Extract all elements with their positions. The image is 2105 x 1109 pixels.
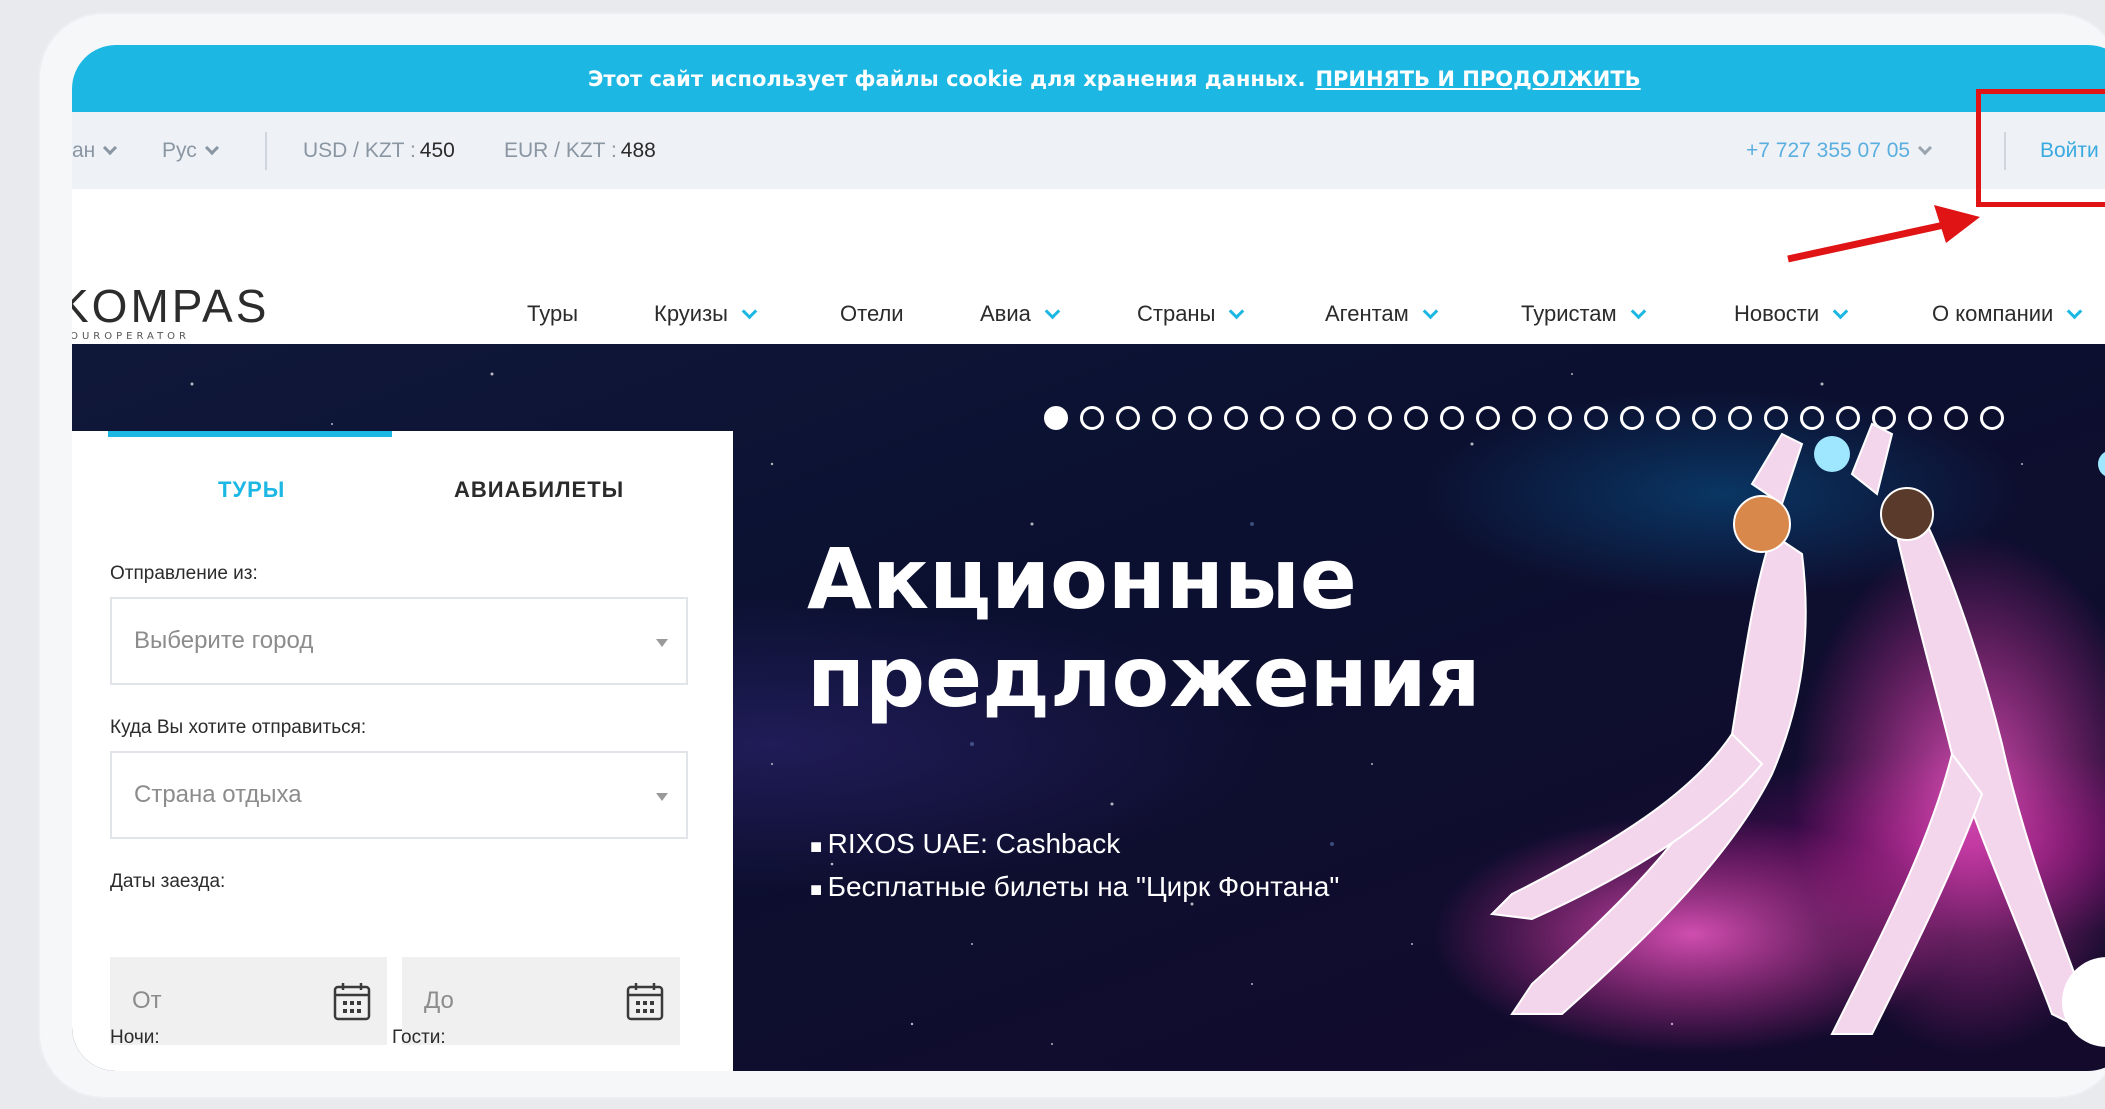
- nav-item-agents[interactable]: Агентам: [1325, 301, 1439, 327]
- nights-label: Ночи:: [110, 1027, 160, 1048]
- slider-dot[interactable]: [1116, 406, 1140, 430]
- cookie-text: Этот сайт использует файлы cookie для хр…: [588, 66, 1306, 91]
- nav-item-label: Круизы: [654, 301, 728, 326]
- to-label: Куда Вы хотите отправиться:: [110, 717, 367, 738]
- region-select[interactable]: ан: [72, 112, 118, 189]
- eur-rate-value: 488: [620, 138, 656, 162]
- from-label: Отправление из:: [110, 563, 258, 584]
- chevron-down-icon: [1832, 303, 1849, 319]
- browser-screen: Этот сайт использует файлы cookie для хр…: [72, 45, 2105, 1071]
- guests-label: Гости:: [392, 1027, 446, 1048]
- cookie-banner: Этот сайт использует файлы cookie для хр…: [72, 45, 2105, 112]
- hero-bullet: Бесплатные билеты на "Цирк Фонтана": [810, 867, 1340, 910]
- from-city-select[interactable]: Выберите город: [110, 597, 688, 685]
- nav-item-label: Авиа: [980, 301, 1031, 326]
- nav-item-label: О компании: [1932, 301, 2054, 326]
- destination-select[interactable]: Страна отдыха: [110, 751, 688, 839]
- nav-item-label: Туры: [527, 301, 579, 326]
- nav-item-label: Отели: [840, 301, 904, 326]
- nav-item-countries[interactable]: Страны: [1137, 301, 1245, 327]
- slider-dot[interactable]: [1152, 406, 1176, 430]
- acrobats-image: [1432, 422, 2105, 1054]
- caret-down-icon: [656, 639, 668, 647]
- chevron-down-icon: [1422, 303, 1439, 319]
- from-city-placeholder: Выберите город: [134, 627, 314, 654]
- calendar-icon: [626, 983, 664, 1021]
- slider-dot[interactable]: [1188, 406, 1212, 430]
- logo-text: KOMPAS: [72, 280, 270, 332]
- slider-dot[interactable]: [1224, 406, 1248, 430]
- nav-item-label: Страны: [1137, 301, 1216, 326]
- chevron-down-icon: [741, 303, 758, 319]
- divider: [265, 132, 267, 170]
- nav-item-label: Туристам: [1521, 301, 1617, 326]
- chevron-down-icon: [2067, 303, 2083, 319]
- annotation-arrow-icon: [1787, 205, 1980, 263]
- nav-item-news[interactable]: Новости: [1734, 301, 1849, 327]
- slider-dot[interactable]: [1260, 406, 1284, 430]
- search-panel: ТУРЫ АВИАБИЛЕТЫ Отправление из: Выберите…: [72, 431, 733, 1071]
- chevron-down-icon: [1630, 303, 1646, 319]
- nav-item-label: Агентам: [1325, 301, 1409, 326]
- calendar-icon: [333, 983, 371, 1021]
- tab-avia[interactable]: АВИАБИЛЕТЫ: [454, 477, 624, 503]
- destination-placeholder: Страна отдыха: [134, 781, 302, 808]
- hero-bullet: RIXOS UAE: Cashback: [810, 824, 1339, 867]
- nav-item-tourists[interactable]: Туристам: [1521, 301, 1646, 327]
- chevron-down-icon: [204, 140, 219, 155]
- tab-tours[interactable]: ТУРЫ: [218, 477, 285, 503]
- nav-item-label: Новости: [1734, 301, 1820, 326]
- usd-rate: USD / KZT : 450: [303, 112, 455, 189]
- eur-rate-label: EUR / KZT :: [504, 138, 617, 162]
- dates-label: Даты заезда:: [110, 871, 226, 892]
- eur-rate: EUR / KZT : 488: [504, 112, 656, 189]
- hero-bullets: RIXOS UAE: Cashback Бесплатные билеты на…: [810, 824, 1340, 910]
- phone-select[interactable]: +7 727 355 07 05: [1746, 112, 1933, 189]
- nav-item-avia[interactable]: Авиа: [980, 301, 1061, 327]
- cookie-accept-link[interactable]: ПРИНЯТЬ И ПРОДОЛЖИТЬ: [1315, 67, 1640, 91]
- utility-bar: ан Рус USD / KZT : 450 EUR / KZT : 488 +…: [72, 112, 2105, 189]
- date-from-placeholder: От: [132, 987, 162, 1014]
- chevron-down-icon: [1229, 303, 1245, 319]
- language-select[interactable]: Рус: [162, 112, 219, 189]
- usd-rate-label: USD / KZT :: [303, 138, 416, 162]
- nav-item-about[interactable]: О компании: [1932, 301, 2083, 327]
- nav-item-hotels[interactable]: Отели: [840, 301, 904, 327]
- language-label: Рус: [162, 138, 197, 162]
- chevron-down-icon: [1044, 303, 1061, 319]
- usd-rate-value: 450: [419, 138, 455, 162]
- region-label: ан: [72, 138, 96, 162]
- phone-number: +7 727 355 07 05: [1746, 138, 1911, 162]
- slider-dot[interactable]: [1296, 406, 1320, 430]
- slider-dot[interactable]: [1044, 406, 1068, 430]
- chevron-down-icon: [103, 140, 118, 155]
- nav-item-tours[interactable]: Туры: [527, 301, 578, 327]
- slider-dot[interactable]: [1080, 406, 1104, 430]
- active-tab-indicator: [108, 431, 392, 437]
- kompas-logo[interactable]: KOMPAS TOUROPERATOR: [72, 279, 269, 342]
- caret-down-icon: [656, 793, 668, 801]
- annotation-highlight-box: [1976, 89, 2105, 207]
- chevron-down-icon: [1918, 140, 1933, 155]
- nav-item-cruises[interactable]: Круизы: [654, 301, 758, 327]
- date-to-placeholder: До: [424, 987, 454, 1014]
